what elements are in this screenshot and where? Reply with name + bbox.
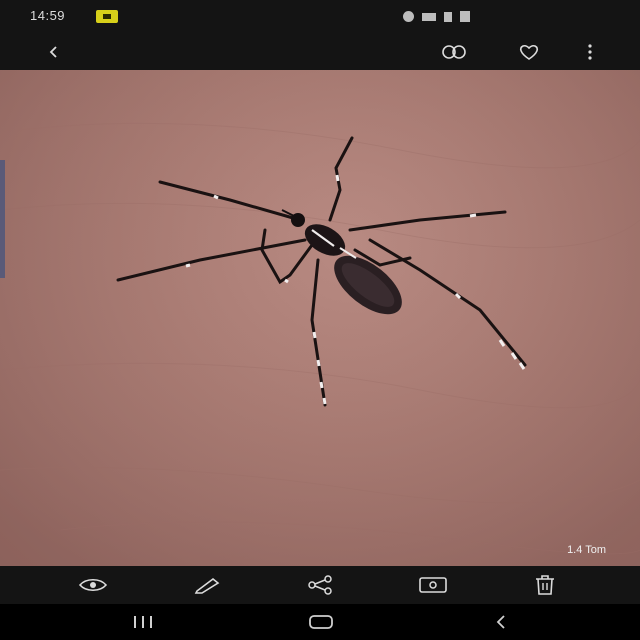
photo-viewer[interactable]: 1.4 Tom bbox=[0, 70, 640, 566]
nav-back-icon bbox=[496, 615, 505, 629]
wifi-icon bbox=[422, 12, 436, 21]
back-button[interactable] bbox=[40, 38, 68, 66]
share-button[interactable] bbox=[305, 571, 335, 599]
bottom-toolbar bbox=[0, 566, 640, 604]
home-button[interactable] bbox=[306, 610, 336, 634]
pencil-icon bbox=[194, 577, 220, 594]
recents-button[interactable] bbox=[128, 610, 158, 634]
system-back-button[interactable] bbox=[486, 610, 516, 634]
edge-panel-handle[interactable] bbox=[0, 160, 5, 278]
home-icon bbox=[309, 615, 333, 629]
more-options-button[interactable] bbox=[576, 38, 604, 66]
battery-icon bbox=[460, 11, 470, 22]
app-badge-icon bbox=[96, 10, 118, 23]
mosquito-image bbox=[0, 70, 640, 566]
alarm-icon bbox=[403, 11, 414, 22]
share-icon bbox=[308, 575, 332, 595]
more-vertical-icon bbox=[588, 44, 592, 60]
back-arrow-icon bbox=[49, 46, 57, 58]
cast-button[interactable] bbox=[418, 571, 448, 599]
delete-button[interactable] bbox=[530, 571, 560, 599]
recents-icon bbox=[134, 616, 152, 628]
remaster-icon bbox=[442, 45, 466, 59]
trash-icon bbox=[536, 575, 554, 595]
status-bar: 14:59 bbox=[0, 0, 640, 34]
cast-icon bbox=[419, 577, 447, 593]
edit-button[interactable] bbox=[192, 571, 222, 599]
system-nav-bar bbox=[0, 604, 640, 640]
remaster-button[interactable] bbox=[440, 38, 468, 66]
eye-icon bbox=[78, 578, 108, 592]
bixby-vision-button[interactable] bbox=[78, 571, 108, 599]
signal-icon bbox=[444, 11, 452, 22]
status-icons bbox=[403, 11, 470, 22]
zoom-label: 1.4 Tom bbox=[567, 544, 606, 556]
heart-icon bbox=[519, 44, 539, 60]
viewer-top-bar bbox=[0, 34, 640, 70]
favorite-button[interactable] bbox=[515, 38, 543, 66]
status-time: 14:59 bbox=[30, 8, 66, 23]
